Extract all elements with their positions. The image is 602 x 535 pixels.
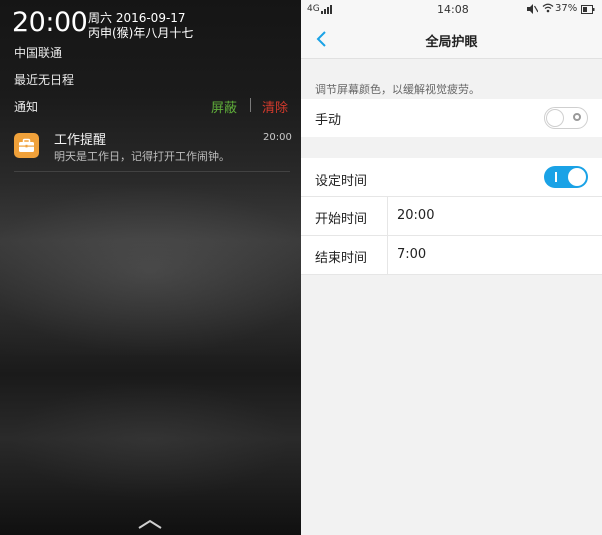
- battery-percent: 37%: [555, 3, 578, 14]
- page-title: 全局护眼: [425, 35, 478, 50]
- network-indicator: 4G: [307, 4, 320, 14]
- notification-body: 明天是工作日，记得打开工作闹钟。: [54, 150, 230, 163]
- manual-label: 手动: [315, 113, 342, 128]
- notifications-heading: 通知: [14, 100, 39, 114]
- background-blur: [0, 185, 301, 355]
- clock-time: 20:00: [12, 7, 88, 38]
- notification-item[interactable]: [0, 120, 301, 172]
- notification-time: 20:00: [263, 132, 292, 143]
- clear-button[interactable]: 清除: [262, 97, 288, 116]
- manual-toggle[interactable]: [544, 107, 588, 129]
- end-time-label: 结束时间: [315, 251, 368, 266]
- eye-protection-settings: 4G 14:08 37% 全局护眼 调节屏幕颜色，以缓解视觉疲劳。 手动 设定时…: [301, 0, 602, 535]
- start-time-label: 开始时间: [315, 212, 368, 227]
- end-time-value[interactable]: 7:00: [397, 247, 426, 262]
- briefcase-icon: [14, 133, 39, 158]
- status-clock: 14:08: [437, 3, 469, 16]
- signal-icon: [321, 5, 332, 14]
- notification-shade: 20:00 周六 2016-09-17 丙申(猴)年八月十七 中国联通 最近无日…: [0, 0, 301, 535]
- description-text: 调节屏幕颜色，以缓解视觉疲劳。: [315, 83, 480, 96]
- background-blur: [10, 380, 290, 500]
- schedule-summary[interactable]: 最近无日程: [14, 71, 74, 88]
- wifi-icon: [542, 3, 554, 16]
- carrier-name: 中国联通: [14, 46, 63, 60]
- chevron-up-icon[interactable]: [137, 515, 163, 534]
- schedule-row[interactable]: 设定时间: [301, 158, 602, 197]
- title-bar: 全局护眼: [301, 20, 602, 59]
- manual-row[interactable]: 手动: [301, 99, 602, 137]
- divider: [14, 171, 290, 172]
- divider: [250, 98, 251, 112]
- schedule-toggle[interactable]: [544, 166, 588, 188]
- lunar-date-line: 丙申(猴)年八月十七: [88, 26, 194, 40]
- end-time-row[interactable]: 结束时间 7:00: [301, 236, 602, 275]
- schedule-label: 设定时间: [315, 174, 368, 189]
- mask-button[interactable]: 屏蔽: [211, 97, 237, 116]
- divider: [387, 197, 388, 235]
- start-time-value[interactable]: 20:00: [397, 208, 434, 223]
- status-bar: 4G 14:08 37%: [301, 0, 602, 20]
- battery-icon: [581, 5, 595, 17]
- start-time-row[interactable]: 开始时间 20:00: [301, 197, 602, 236]
- mute-icon: [527, 4, 539, 17]
- divider: [387, 236, 388, 274]
- notification-title: 工作提醒: [54, 133, 107, 148]
